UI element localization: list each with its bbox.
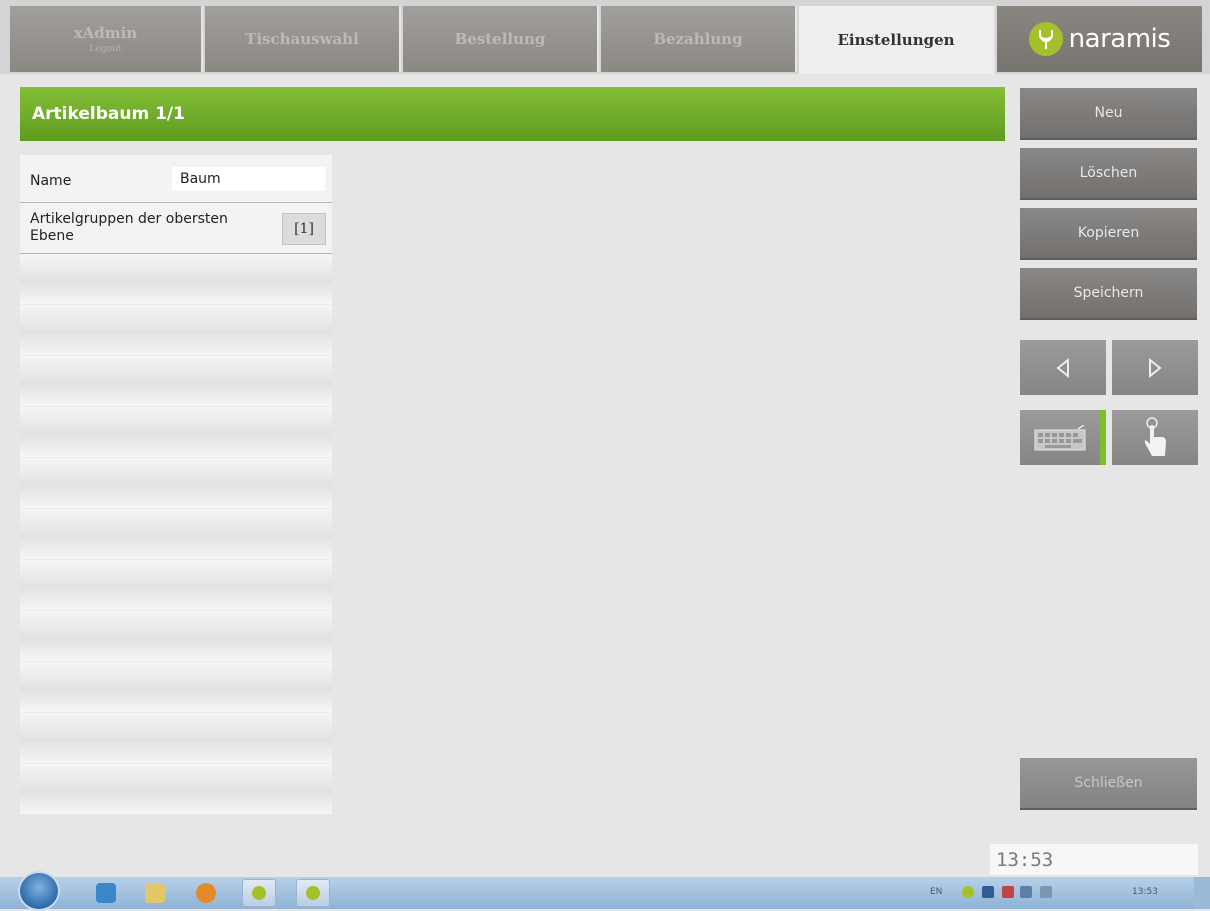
save-button-label: Speichern (1073, 285, 1144, 301)
list-item (20, 254, 332, 305)
network-icon[interactable] (982, 886, 994, 898)
list-item (20, 509, 332, 560)
page-title: Artikelbaum 1/1 (32, 104, 185, 124)
naramis-app-icon[interactable] (296, 879, 330, 907)
clock-time: 13:53 (996, 848, 1054, 871)
naramis-app-icon[interactable] (242, 879, 276, 907)
tab-tischauswahl[interactable]: Tischauswahl (205, 6, 401, 72)
touch-mode-button[interactable] (1112, 410, 1198, 465)
tab-bezahlung[interactable]: Bezahlung (601, 6, 797, 72)
list-item (20, 662, 332, 713)
naramis-logo-icon (1028, 22, 1063, 56)
list-item (20, 611, 332, 662)
tab-xadmin[interactable]: xAdmin Logout (10, 6, 203, 72)
property-row-name: Name (20, 155, 332, 203)
tab-bezahlung-label: Bezahlung (653, 30, 743, 48)
top-tab-bar: xAdmin Logout Tischauswahl Bestellung Be… (0, 0, 1210, 74)
property-list: Name Artikelgruppen der obersten Ebene [… (20, 155, 332, 815)
taskbar-clock[interactable]: 13:53 (1132, 887, 1158, 897)
name-field[interactable] (172, 167, 325, 191)
previous-button[interactable] (1020, 340, 1106, 395)
name-label: Name (30, 173, 72, 189)
next-button[interactable] (1112, 340, 1198, 395)
delete-button-label: Löschen (1079, 165, 1138, 181)
triangle-left-icon (1056, 357, 1069, 378)
delete-button[interactable]: Löschen (1020, 148, 1197, 200)
ie-icon[interactable] (96, 883, 116, 903)
clock: 13:53 (990, 844, 1198, 875)
property-row-top-level-groups[interactable]: Artikelgruppen der obersten Ebene [1] (20, 203, 332, 254)
start-button[interactable] (18, 871, 60, 911)
list-item (20, 560, 332, 611)
keyboard-toggle-button[interactable] (1020, 410, 1106, 465)
language-indicator[interactable]: EN (930, 887, 942, 897)
brand-name: naramis (1068, 24, 1171, 54)
top-level-groups-label: Artikelgruppen der obersten Ebene (30, 211, 228, 244)
naramis-tray-icon[interactable] (962, 886, 974, 898)
action-center-icon[interactable] (1002, 886, 1014, 898)
copy-button-label: Kopieren (1077, 225, 1140, 241)
tab-einstellungen-label: Einstellungen (837, 31, 955, 49)
tab-tischauswahl-label: Tischauswahl (245, 30, 359, 48)
page-title-bar: Artikelbaum 1/1 (20, 87, 1005, 141)
tab-bestellung-label: Bestellung (454, 30, 546, 48)
list-item (20, 305, 332, 356)
new-button[interactable]: Neu (1020, 88, 1197, 140)
list-item (20, 713, 332, 764)
taskbar: EN 13:53 (0, 871, 1210, 911)
save-button[interactable]: Speichern (1020, 268, 1197, 320)
top-level-groups-count[interactable]: [1] (282, 213, 326, 245)
tab-xadmin-label: xAdmin (73, 24, 138, 42)
show-desktop-button[interactable] (1194, 877, 1210, 909)
brand-logo: naramis (997, 6, 1202, 72)
media-player-icon[interactable] (196, 883, 216, 903)
close-button-label: Schließen (1074, 775, 1143, 791)
explorer-icon[interactable] (145, 883, 165, 903)
tab-einstellungen[interactable]: Einstellungen (799, 6, 995, 74)
new-button-label: Neu (1094, 105, 1123, 121)
touch-hand-icon (1144, 416, 1166, 456)
triangle-right-icon (1149, 357, 1162, 378)
volume-icon[interactable] (1040, 886, 1052, 898)
close-button[interactable]: Schließen (1020, 758, 1197, 810)
tab-xadmin-sublabel: Logout (89, 44, 122, 54)
list-item (20, 356, 332, 407)
list-item (20, 764, 332, 815)
tab-bestellung[interactable]: Bestellung (403, 6, 599, 72)
copy-button[interactable]: Kopieren (1020, 208, 1197, 260)
list-item (20, 407, 332, 458)
keyboard-icon (1034, 424, 1086, 450)
monitor-icon[interactable] (1020, 886, 1032, 898)
list-item (20, 458, 332, 509)
